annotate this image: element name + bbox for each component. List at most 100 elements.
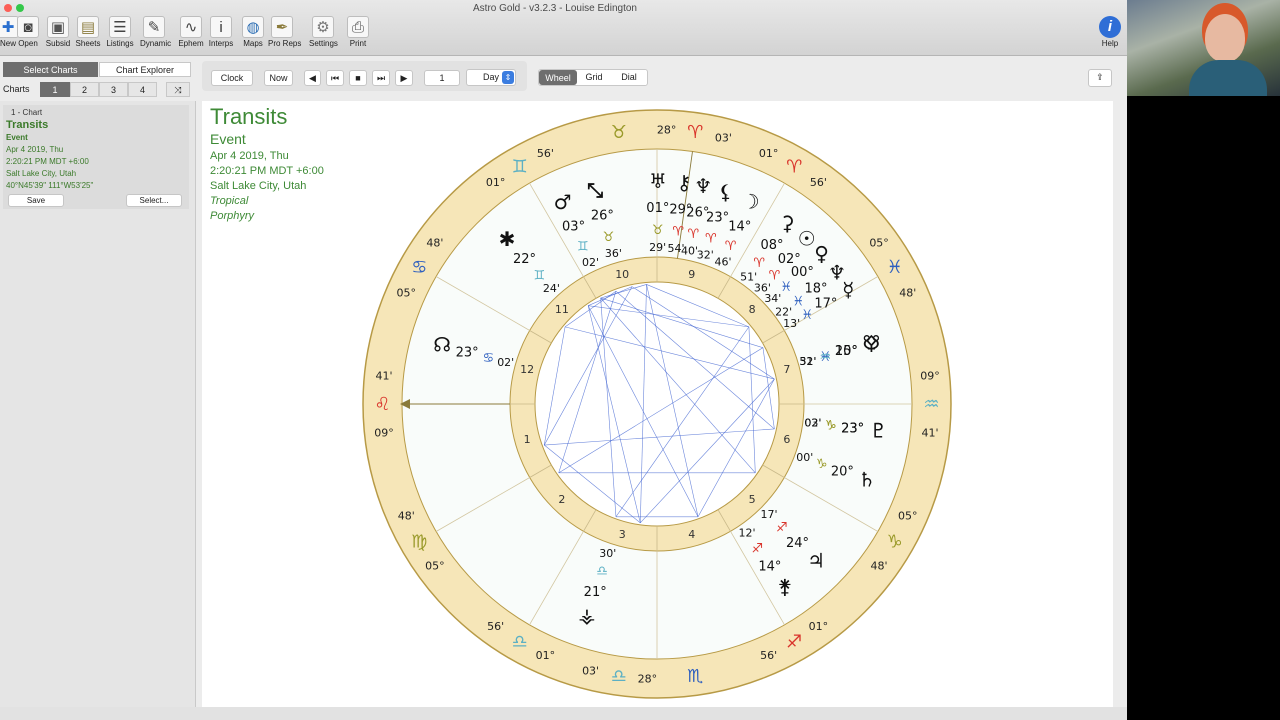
cusp-degree: 09°: [374, 427, 394, 440]
jupiter-minute: 17': [760, 508, 777, 521]
moon-icon[interactable]: ☽: [742, 190, 760, 214]
sun-icon[interactable]: ☉: [798, 227, 816, 251]
cusp-degree: 05°: [898, 510, 918, 523]
house-number: 4: [688, 528, 695, 541]
house-number: 6: [783, 433, 790, 446]
cusp-minute: 56': [537, 147, 554, 160]
pluto-2-sign-icon: ♑: [825, 419, 837, 434]
neptune-mid-minute: 40': [681, 244, 698, 257]
part-fortune-icon[interactable]: ⚶: [579, 604, 596, 628]
cusp-minute: 03': [582, 664, 599, 677]
house-number: 5: [749, 493, 756, 506]
jupiter-icon[interactable]: ♃: [807, 548, 825, 572]
house-number: 3: [619, 528, 626, 541]
ceres-sign-icon: ♈: [753, 256, 765, 271]
neptune-mid-icon[interactable]: ♆: [694, 174, 712, 198]
pluto-2-minute: 02': [804, 417, 821, 430]
north-node-degree: 23°: [456, 345, 479, 360]
house-number: 2: [558, 493, 565, 506]
house-number: 8: [749, 303, 756, 316]
cusp-minute: 48': [426, 237, 443, 250]
cusp-minute: 03': [715, 132, 732, 145]
juno-minute: 24': [543, 282, 560, 295]
zodiac-sign-glyph: ♑: [887, 531, 903, 552]
pluto-2-degree: 23°: [841, 421, 864, 436]
cusp-minute: 48': [398, 510, 415, 523]
cusp-minute: 56': [810, 176, 827, 189]
vertex-icon[interactable]: ⤡: [587, 178, 603, 202]
moon-minute: 46': [714, 256, 731, 269]
south-node-icon[interactable]: ☋: [863, 331, 881, 355]
mercury-degree: 17°: [814, 297, 837, 312]
jupiter-sign-icon: ♐: [776, 521, 788, 536]
zodiac-sign-glyph: ♋: [411, 257, 427, 278]
chart-wheel[interactable]: 123 456789101112♌09°41'♍05°48'♎01°56'♎ 28°…: [0, 0, 1127, 720]
zodiac-sign-glyph: ♉: [611, 122, 627, 143]
cusp-minute: 48': [871, 559, 888, 572]
cusp-minute: 56': [487, 620, 504, 633]
presenter-avatar: [1205, 14, 1245, 62]
north-node-minute: 02': [497, 356, 514, 369]
cusp-degree: 28°: [638, 672, 658, 685]
chiron-icon[interactable]: ⚷: [677, 171, 692, 195]
zodiac-sign-glyph: ♈: [687, 122, 703, 143]
ceres-degree: 08°: [761, 238, 784, 253]
zodiac-sign-glyph: ♈: [786, 156, 802, 177]
north-node-sign-icon: ♋: [483, 351, 495, 366]
venus-degree: 00°: [791, 265, 814, 280]
juno-2-icon[interactable]: ⚵: [777, 575, 792, 599]
zodiac-sign-glyph: ♓: [887, 257, 903, 278]
venus-icon[interactable]: ♀: [814, 241, 829, 265]
webcam-overlay: [1127, 0, 1280, 96]
vertex-minute: 36': [605, 247, 622, 260]
jupiter-degree: 24°: [786, 536, 809, 551]
part-fortune-degree: 21°: [584, 585, 607, 600]
juno-2-degree: 14°: [758, 559, 781, 574]
part-fortune-minute: 30': [599, 547, 616, 560]
mars-minute: 02': [582, 256, 599, 269]
juno-2-minute: 12': [738, 527, 755, 540]
north-node-icon[interactable]: ☊: [433, 332, 451, 356]
lilith-sign-icon: ♈: [705, 231, 717, 246]
cusp-degree: 05°: [396, 286, 416, 299]
mercury-icon[interactable]: ☿: [842, 277, 854, 301]
cusp-degree: 28°: [657, 124, 677, 137]
aspect-circle: [534, 281, 780, 527]
cusp-degree: 05°: [869, 237, 889, 250]
uranus-minute: 29': [649, 241, 666, 254]
cusp-degree: 01°: [809, 620, 829, 633]
uranus-icon[interactable]: ♅: [649, 169, 667, 193]
cusp-minute: 41': [375, 369, 392, 382]
house-number: 11: [555, 303, 569, 316]
vertex-sign-icon: ♉: [603, 230, 615, 245]
cusp-degree: 01°: [486, 176, 506, 189]
presenter-body: [1189, 60, 1267, 96]
zodiac-sign-glyph: ♊: [512, 156, 528, 177]
zodiac-sign-glyph: ♌: [374, 394, 390, 415]
lilith-icon[interactable]: ⚸: [718, 180, 733, 204]
app-window: Astro Gold - v3.2.3 - Louise Edington ✚ N…: [0, 0, 1127, 720]
south-node-sign-icon: ♒: [819, 350, 831, 365]
zodiac-sign-glyph: ♎: [611, 666, 627, 687]
ceres-icon[interactable]: ⚳: [780, 211, 795, 235]
juno-degree: 22°: [513, 252, 536, 267]
cusp-minute: 41': [921, 427, 938, 440]
saturn-sign-icon: ♑: [816, 457, 828, 472]
saturn-minute: 00': [796, 451, 813, 464]
pluto-2-icon[interactable]: ♇: [869, 418, 887, 442]
saturn-icon[interactable]: ♄: [858, 467, 876, 491]
south-node-minute: 31': [799, 355, 816, 368]
neptune-mid-sign-icon: ♈: [687, 227, 699, 242]
cusp-degree: 01°: [536, 649, 556, 662]
mercury-minute: 13': [783, 317, 800, 330]
chiron-sign-icon: ♈: [672, 224, 684, 239]
juno-icon[interactable]: ✱: [499, 227, 516, 251]
venus-minute: 34': [764, 292, 781, 305]
zodiac-sign-glyph: ♎: [512, 632, 528, 653]
zodiac-sign-glyph: ♍: [411, 531, 427, 552]
zodiac-sign-glyph: ♏: [687, 666, 703, 687]
cusp-degree: 09°: [920, 369, 940, 382]
mars-degree: 03°: [562, 220, 585, 235]
mars-icon[interactable]: ♂: [554, 190, 572, 214]
lilith-minute: 32': [697, 249, 714, 262]
